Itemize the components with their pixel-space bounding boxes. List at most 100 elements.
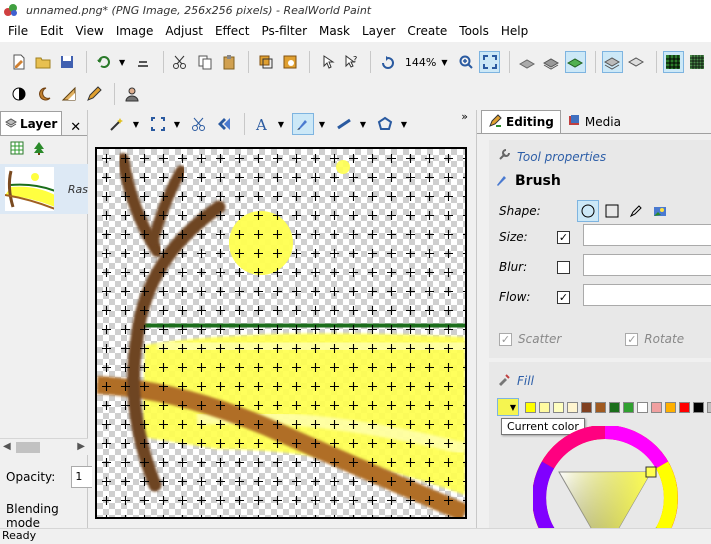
cut-icon[interactable] xyxy=(170,51,191,73)
line-dropdown-arrow[interactable]: ▼ xyxy=(358,113,368,135)
crop-icon[interactable] xyxy=(255,51,276,73)
undo-dropdown-arrow[interactable]: ▼ xyxy=(117,51,127,73)
color-swatch[interactable] xyxy=(665,401,676,413)
pencil-icon[interactable] xyxy=(83,83,105,105)
help-pointer-icon[interactable]: ? xyxy=(340,51,361,73)
menu-mask[interactable]: Mask xyxy=(313,20,356,42)
tree-icon[interactable] xyxy=(32,141,46,158)
zoom-dropdown-arrow[interactable]: ▼ xyxy=(440,51,450,73)
open-folder-icon[interactable] xyxy=(32,51,53,73)
color-swatch[interactable] xyxy=(595,401,606,413)
color-swatch[interactable] xyxy=(679,401,690,413)
zoom-out-icon[interactable] xyxy=(377,51,398,73)
flow-checkbox[interactable]: ✓ xyxy=(557,290,570,304)
color-swatch[interactable] xyxy=(581,401,592,413)
save-icon[interactable] xyxy=(56,51,77,73)
redo-icon[interactable] xyxy=(133,51,154,73)
layers-merge-icon[interactable] xyxy=(626,51,647,73)
new-file-icon[interactable] xyxy=(8,51,29,73)
tool-properties-header[interactable]: Tool properties xyxy=(497,148,606,165)
pixel-grid-icon[interactable] xyxy=(687,51,708,73)
color-swatch[interactable] xyxy=(567,401,578,413)
scissors-icon[interactable] xyxy=(188,113,210,135)
toolbar-overflow-icon[interactable]: » xyxy=(461,110,468,123)
tab-media[interactable]: Media xyxy=(561,110,627,133)
transform-icon[interactable] xyxy=(213,113,235,135)
undo-icon[interactable] xyxy=(93,51,114,73)
color-swatch[interactable] xyxy=(553,401,564,413)
fill-header[interactable]: Fill xyxy=(497,372,534,389)
zoom-level[interactable]: 144% xyxy=(402,56,440,69)
close-icon[interactable]: ✕ xyxy=(70,120,81,135)
menu-edit[interactable]: Edit xyxy=(34,20,69,42)
menu-image[interactable]: Image xyxy=(110,20,160,42)
image-canvas[interactable] xyxy=(95,147,467,519)
pointer-icon[interactable] xyxy=(316,51,337,73)
color-swatch[interactable] xyxy=(525,401,536,413)
image-shape-icon[interactable] xyxy=(649,200,671,222)
magic-wand-dropdown-arrow[interactable]: ▼ xyxy=(131,113,141,135)
invert-colors-icon[interactable] xyxy=(8,83,30,105)
scrollbar-thumb[interactable] xyxy=(16,442,40,453)
blur-checkbox[interactable] xyxy=(557,260,570,274)
square-shape-icon[interactable] xyxy=(601,200,623,222)
line-tool-icon[interactable] xyxy=(333,113,355,135)
menu-adjust[interactable]: Adjust xyxy=(159,20,209,42)
color-swatch[interactable] xyxy=(693,401,704,413)
color-swatch[interactable] xyxy=(539,401,550,413)
paste-icon[interactable] xyxy=(218,51,239,73)
current-color-button[interactable]: ▼ xyxy=(497,398,519,416)
brush-tool-icon[interactable] xyxy=(292,113,314,135)
pen-shape-icon[interactable] xyxy=(625,200,647,222)
copy-icon[interactable] xyxy=(194,51,215,73)
menu-view[interactable]: View xyxy=(69,20,109,42)
tab-layers[interactable]: Layer xyxy=(0,111,63,135)
tab-editing[interactable]: Editing xyxy=(481,110,561,133)
brush-dropdown-arrow[interactable]: ▼ xyxy=(317,113,327,135)
polygon-dropdown-arrow[interactable]: ▼ xyxy=(399,113,409,135)
color-swatch[interactable] xyxy=(623,401,634,413)
moon-icon[interactable] xyxy=(33,83,55,105)
layers-horizontal-scrollbar[interactable]: ◀ ▶ xyxy=(0,438,88,455)
flow-field[interactable] xyxy=(583,284,711,306)
menu-help[interactable]: Help xyxy=(495,20,534,42)
menu-ps-filter[interactable]: Ps-filter xyxy=(255,20,313,42)
menu-layer[interactable]: Layer xyxy=(356,20,401,42)
menu-file[interactable]: File xyxy=(2,20,34,42)
color-swatch[interactable] xyxy=(651,401,662,413)
scatter-checkbox[interactable]: ✓ xyxy=(499,332,512,346)
color-swatch[interactable] xyxy=(707,401,711,413)
polygon-tool-icon[interactable] xyxy=(374,113,396,135)
menu-create[interactable]: Create xyxy=(401,20,453,42)
magic-wand-icon[interactable] xyxy=(106,113,128,135)
text-tool-icon[interactable]: A xyxy=(251,113,273,135)
opacity-input[interactable]: 1 xyxy=(71,466,94,488)
rect-select-icon[interactable] xyxy=(147,113,169,135)
layer-grid-icon[interactable] xyxy=(10,141,24,158)
layer-green-icon[interactable] xyxy=(564,51,586,73)
color-wheel[interactable] xyxy=(533,426,678,536)
grid-icon[interactable] xyxy=(662,51,684,73)
layer-list-item[interactable]: Ras xyxy=(0,164,88,214)
user-icon[interactable] xyxy=(121,83,143,105)
zoom-in-icon[interactable] xyxy=(455,51,476,73)
color-swatch[interactable] xyxy=(637,401,648,413)
menu-effect[interactable]: Effect xyxy=(209,20,256,42)
resize-icon[interactable] xyxy=(279,51,300,73)
triangle-ruler-icon[interactable] xyxy=(58,83,80,105)
size-field[interactable] xyxy=(583,224,711,246)
rotate-checkbox[interactable]: ✓ xyxy=(625,332,639,346)
scroll-right-icon[interactable]: ▶ xyxy=(77,441,85,452)
layers-visible-icon[interactable] xyxy=(601,51,623,73)
layer-stack-icon[interactable] xyxy=(541,51,562,73)
size-checkbox[interactable]: ✓ xyxy=(557,230,570,244)
fit-window-icon[interactable] xyxy=(479,51,501,73)
rect-select-dropdown-arrow[interactable]: ▼ xyxy=(172,113,182,135)
menu-tools[interactable]: Tools xyxy=(453,20,495,42)
scroll-left-icon[interactable]: ◀ xyxy=(3,441,11,452)
layer-gray-icon[interactable] xyxy=(516,51,537,73)
text-tool-dropdown-arrow[interactable]: ▼ xyxy=(276,113,286,135)
circle-shape-icon[interactable] xyxy=(577,200,599,222)
color-swatch[interactable] xyxy=(609,401,620,413)
blur-field[interactable] xyxy=(583,254,711,276)
